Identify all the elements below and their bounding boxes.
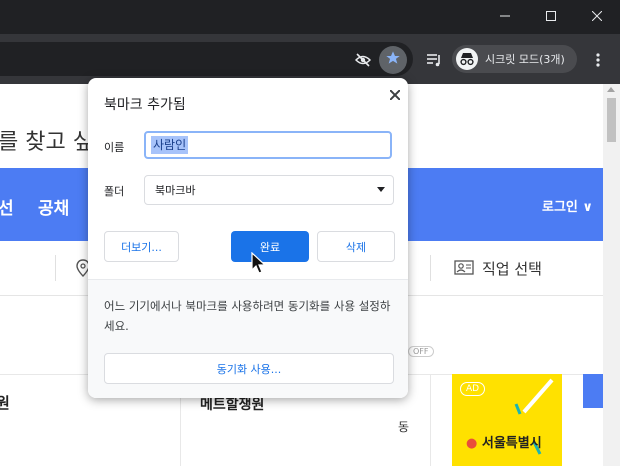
- maximize-button[interactable]: [528, 0, 574, 34]
- ad-city-text: 서울특별시: [481, 436, 542, 451]
- folder-select-value: 북마크바: [155, 184, 196, 197]
- folder-select[interactable]: 북마크바: [144, 175, 394, 205]
- scrollbar-thumb[interactable]: [607, 98, 616, 142]
- minimize-icon: [500, 9, 510, 25]
- seoul-logo-icon: ●: [466, 436, 478, 451]
- ad-banner[interactable]: AD ● 서울특별시: [452, 374, 562, 466]
- card-fragment: 동: [398, 420, 410, 434]
- incognito-profile-button[interactable]: 시크릿 모드(3개): [452, 45, 577, 73]
- scroll-up-icon[interactable]: [607, 87, 615, 92]
- incognito-icon: [456, 48, 478, 70]
- page-headline: 를 찾고 싶: [0, 130, 93, 155]
- nav-item-gongchae[interactable]: 공채: [38, 194, 69, 219]
- divider: [55, 255, 56, 281]
- card-title-left: 원: [0, 394, 10, 412]
- side-banner[interactable]: [583, 374, 603, 408]
- maximize-icon: [546, 9, 556, 25]
- reading-list-icon[interactable]: [422, 48, 446, 72]
- incognito-label: 시크릿 모드(3개): [485, 53, 565, 66]
- window-close-button[interactable]: [574, 0, 620, 34]
- divider: [430, 374, 431, 466]
- ad-decoration: [514, 378, 554, 455]
- minimize-button[interactable]: [482, 0, 528, 34]
- nav-item-0[interactable]: 선: [0, 194, 14, 219]
- enable-sync-button[interactable]: 동기화 사용...: [104, 353, 394, 384]
- job-select-filter[interactable]: 직업 선택: [454, 258, 542, 279]
- star-icon: [385, 50, 401, 70]
- login-link[interactable]: 로그인 ∨: [542, 196, 593, 215]
- eye-off-icon[interactable]: [351, 48, 375, 72]
- chevron-down-icon: [377, 187, 385, 192]
- more-button[interactable]: 더보기...: [104, 231, 179, 262]
- folder-label: 폴더: [104, 185, 125, 198]
- bookmark-name-value: 사람인: [151, 136, 189, 154]
- title-bar: [0, 0, 620, 34]
- off-badge[interactable]: OFF: [408, 346, 434, 357]
- id-card-icon: [454, 259, 474, 279]
- page-scrollbar[interactable]: [603, 84, 620, 466]
- sync-promo-text: 어느 기기에서나 북마크를 사용하려면 동기화를 사용 설정하세요.: [104, 299, 391, 333]
- dialog-footer: 어느 기기에서나 북마크를 사용하려면 동기화를 사용 설정하세요. 동기화 사…: [88, 279, 408, 398]
- browser-toolbar: 시크릿 모드(3개): [0, 34, 620, 84]
- dialog-close-button[interactable]: [384, 83, 406, 105]
- dialog-title: 북마크 추가됨: [104, 97, 186, 113]
- bookmark-added-dialog: 북마크 추가됨 이름 사람인 폴더 북마크바 더보기... 완료 삭제 어느 기…: [88, 78, 408, 398]
- ad-city-name: ● 서울특별시: [466, 432, 542, 451]
- mouse-cursor-icon: [250, 251, 270, 280]
- name-label: 이름: [104, 141, 125, 154]
- job-filter-label: 직업 선택: [482, 260, 542, 278]
- divider: [430, 255, 431, 281]
- close-icon: [591, 9, 603, 25]
- delete-button[interactable]: 삭제: [317, 231, 395, 262]
- more-vert-icon[interactable]: [588, 48, 608, 72]
- done-button[interactable]: 완료: [231, 231, 309, 262]
- bookmark-star-button[interactable]: [379, 46, 407, 74]
- close-icon: [389, 85, 401, 104]
